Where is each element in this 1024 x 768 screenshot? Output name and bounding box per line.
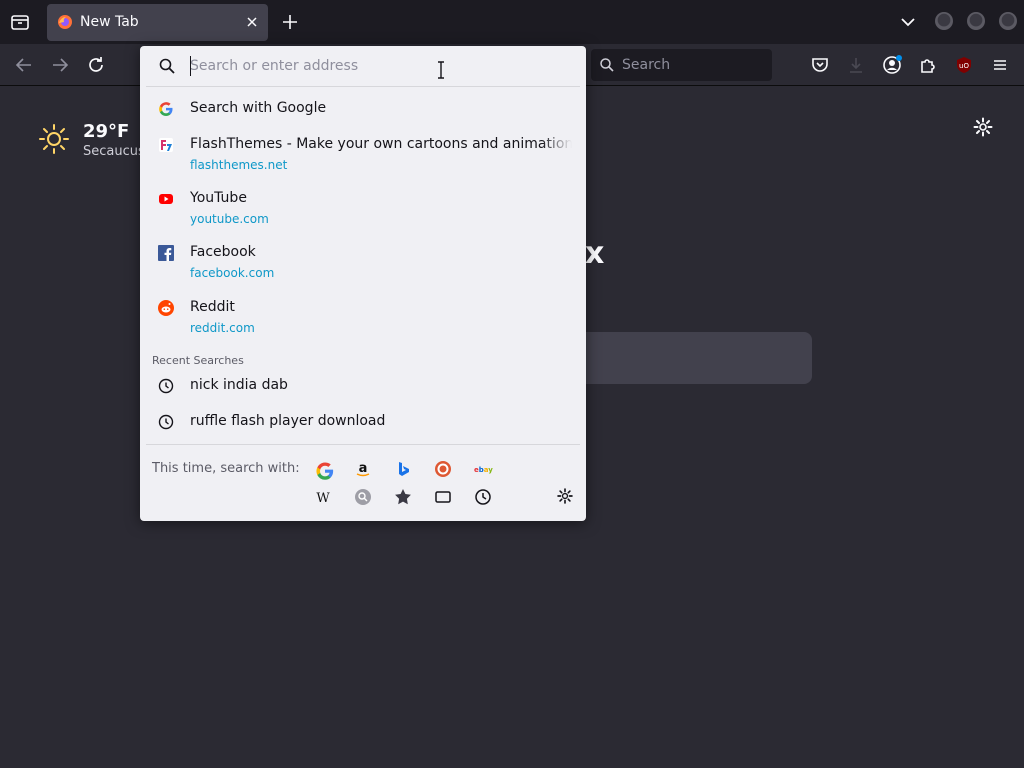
- recent-search-text: ruffle flash player download: [190, 413, 386, 429]
- google-icon: [158, 101, 174, 117]
- text-cursor-icon: [436, 61, 446, 79]
- google-icon[interactable]: [313, 459, 334, 480]
- search-bar[interactable]: Search: [591, 49, 772, 81]
- amazon-icon[interactable]: a: [353, 459, 373, 479]
- result-url: flashthemes.net: [190, 158, 288, 172]
- recent-search-text: nick india dab: [190, 377, 288, 393]
- weather-location: Secaucus: [83, 144, 145, 159]
- tab-title: New Tab: [80, 14, 139, 30]
- chevron-down-icon[interactable]: [897, 10, 919, 34]
- minimize-button[interactable]: [935, 12, 953, 30]
- result-title: FlashThemes - Make your own cartoons and…: [190, 136, 572, 152]
- urlbar-input-row: [140, 46, 586, 86]
- svg-text:ebay: ebay: [474, 466, 493, 474]
- maximize-button[interactable]: [967, 12, 985, 30]
- reload-icon[interactable]: [84, 53, 108, 77]
- facebook-icon: [158, 245, 174, 261]
- search-settings-gear-icon[interactable]: [556, 487, 574, 505]
- ublock-origin-icon[interactable]: uO: [952, 53, 976, 77]
- firefox-wordmark-fragment: x: [585, 236, 605, 271]
- tab-new-tab[interactable]: New Tab: [47, 4, 268, 41]
- history-icon: [158, 378, 174, 394]
- new-tab-plus-icon[interactable]: [278, 10, 302, 34]
- forward-arrow-icon[interactable]: [48, 53, 72, 77]
- reddit-icon: [158, 300, 174, 316]
- extensions-icon[interactable]: [916, 53, 940, 77]
- result-title: Search with Google: [190, 100, 327, 116]
- ebay-icon[interactable]: ebay: [473, 459, 493, 479]
- menu-hamburger-icon[interactable]: [988, 53, 1012, 77]
- downloads-icon[interactable]: [844, 53, 868, 77]
- tabs-icon[interactable]: [433, 487, 453, 507]
- history-icon[interactable]: [473, 487, 493, 507]
- svg-text:W: W: [316, 491, 330, 506]
- address-bar-input[interactable]: [190, 55, 570, 77]
- sun-weather-icon: [38, 123, 70, 155]
- search-with-label: This time, search with:: [152, 461, 300, 476]
- wikipedia-icon[interactable]: W: [313, 487, 333, 507]
- firefox-icon: [57, 14, 73, 30]
- bing-icon[interactable]: [393, 459, 413, 479]
- weather-temperature: 29°F: [83, 121, 130, 142]
- close-window-button[interactable]: [999, 12, 1017, 30]
- svg-text:uO: uO: [959, 62, 969, 70]
- result-url: facebook.com: [190, 266, 275, 280]
- recent-searches-heading: Recent Searches: [152, 354, 244, 367]
- search-icon: [158, 57, 176, 75]
- bookmarks-star-icon[interactable]: [393, 487, 413, 507]
- tab-strip: New Tab: [0, 0, 1024, 44]
- flashthemes-icon: [158, 137, 174, 153]
- newtab-search-box[interactable]: [585, 332, 812, 384]
- account-icon[interactable]: [880, 53, 904, 77]
- firefox-view-icon[interactable]: [8, 10, 32, 34]
- divider: [146, 86, 580, 87]
- svg-text:a: a: [359, 461, 368, 476]
- pocket-icon[interactable]: [808, 53, 832, 77]
- youtube-icon: [158, 191, 174, 207]
- result-url: youtube.com: [190, 212, 269, 226]
- duckduckgo-icon[interactable]: [433, 459, 453, 479]
- search-bar-placeholder: Search: [622, 57, 671, 73]
- personalize-gear-icon[interactable]: [972, 116, 994, 138]
- result-title: Reddit: [190, 299, 235, 315]
- urlbar-dropdown: Search with Google FlashThemes - Make yo…: [140, 46, 586, 521]
- close-tab-icon[interactable]: [242, 12, 262, 32]
- search-icon: [599, 57, 615, 73]
- result-title: YouTube: [190, 190, 247, 206]
- back-arrow-icon[interactable]: [12, 53, 36, 77]
- result-url: reddit.com: [190, 321, 255, 335]
- search-engine-icon[interactable]: [353, 487, 373, 507]
- divider: [146, 444, 580, 445]
- text-caret: [190, 56, 191, 76]
- result-title: Facebook: [190, 244, 256, 260]
- history-icon: [158, 414, 174, 430]
